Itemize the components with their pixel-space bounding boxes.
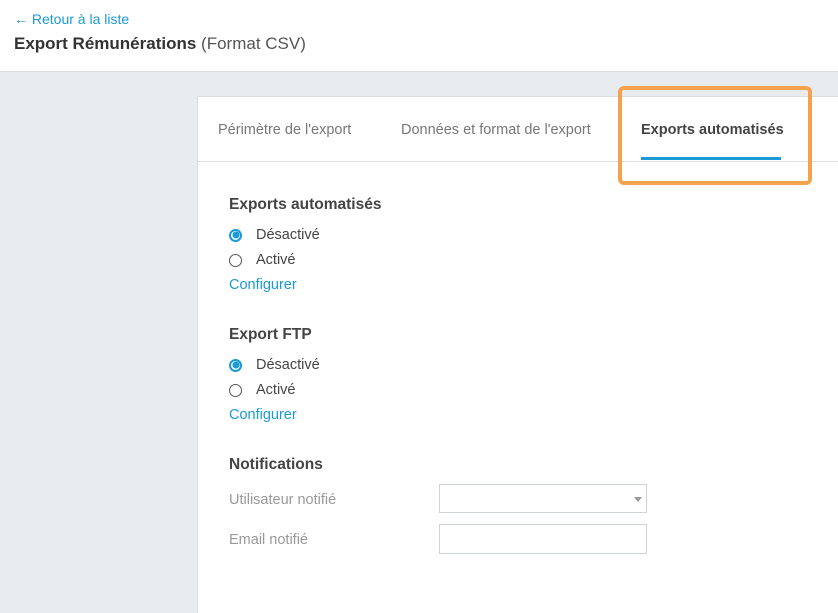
ftp-disabled-label: Désactivé — [256, 357, 320, 373]
ftp-enabled-label: Activé — [256, 382, 296, 398]
tab-automated-exports[interactable]: Exports automatisés — [641, 97, 784, 161]
active-tab-indicator — [641, 157, 781, 160]
notified-email-label: Email notifié — [229, 532, 308, 548]
ftp-configure-link[interactable]: Configurer — [229, 407, 297, 423]
notifications-title: Notifications — [229, 456, 323, 473]
notified-user-select[interactable] — [439, 484, 647, 513]
page-title: Export Rémunérations (Format CSV) — [14, 34, 306, 54]
ftp-enabled-radio-row[interactable]: Activé — [229, 380, 296, 400]
tab-data-format[interactable]: Données et format de l'export — [401, 97, 591, 161]
ftp-enabled-radio[interactable] — [229, 383, 242, 397]
page-header: ← Retour à la liste Export Rémunérations… — [0, 0, 838, 72]
auto-disabled-label: Désactivé — [256, 227, 320, 243]
auto-enabled-radio-row[interactable]: Activé — [229, 250, 296, 270]
auto-disabled-radio-row[interactable]: Désactivé — [229, 225, 320, 245]
back-to-list-link[interactable]: ← Retour à la liste — [14, 11, 129, 27]
tab-bar: Périmètre de l'export Données et format … — [198, 97, 838, 162]
ftp-disabled-radio-row[interactable]: Désactivé — [229, 355, 320, 375]
ftp-export-title: Export FTP — [229, 326, 312, 343]
auto-enabled-label: Activé — [256, 252, 296, 268]
tab-perimeter[interactable]: Périmètre de l'export — [218, 97, 351, 161]
auto-exports-title: Exports automatisés — [229, 196, 382, 213]
auto-disabled-radio[interactable] — [229, 228, 242, 242]
page-title-format: (Format CSV) — [201, 34, 306, 53]
notified-email-input[interactable] — [439, 524, 647, 554]
auto-enabled-radio[interactable] — [229, 253, 242, 267]
caret-down-icon — [634, 497, 642, 502]
ftp-disabled-radio[interactable] — [229, 358, 242, 372]
auto-configure-link[interactable]: Configurer — [229, 277, 297, 293]
page-title-main: Export Rémunérations — [14, 34, 197, 53]
notified-user-label: Utilisateur notifié — [229, 492, 337, 508]
